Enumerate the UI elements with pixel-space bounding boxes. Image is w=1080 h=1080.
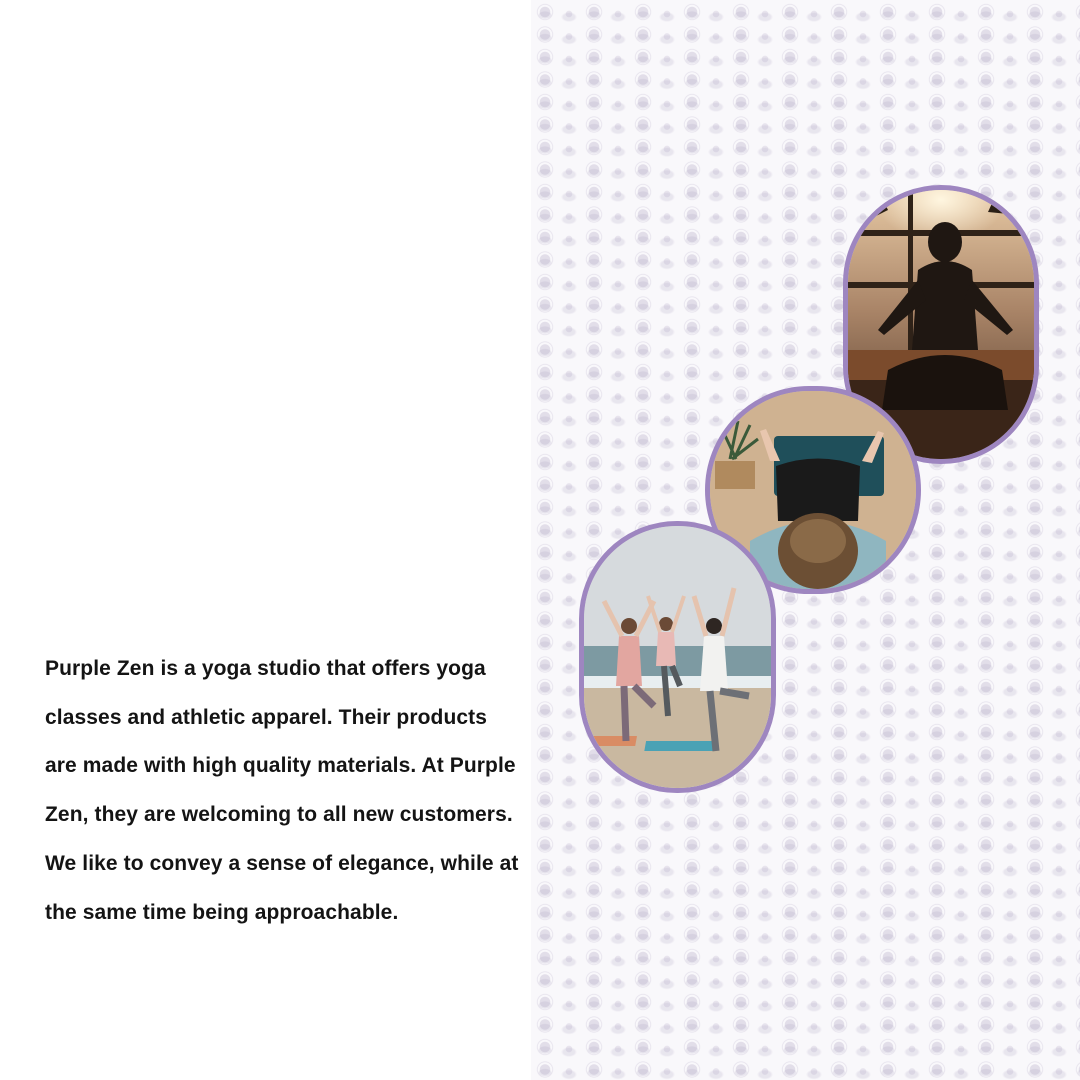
beach-yoga-photo: [579, 521, 776, 793]
studio-description: Purple Zen is a yoga studio that offers …: [45, 657, 519, 924]
beach-yoga-photo-image: [584, 526, 771, 788]
